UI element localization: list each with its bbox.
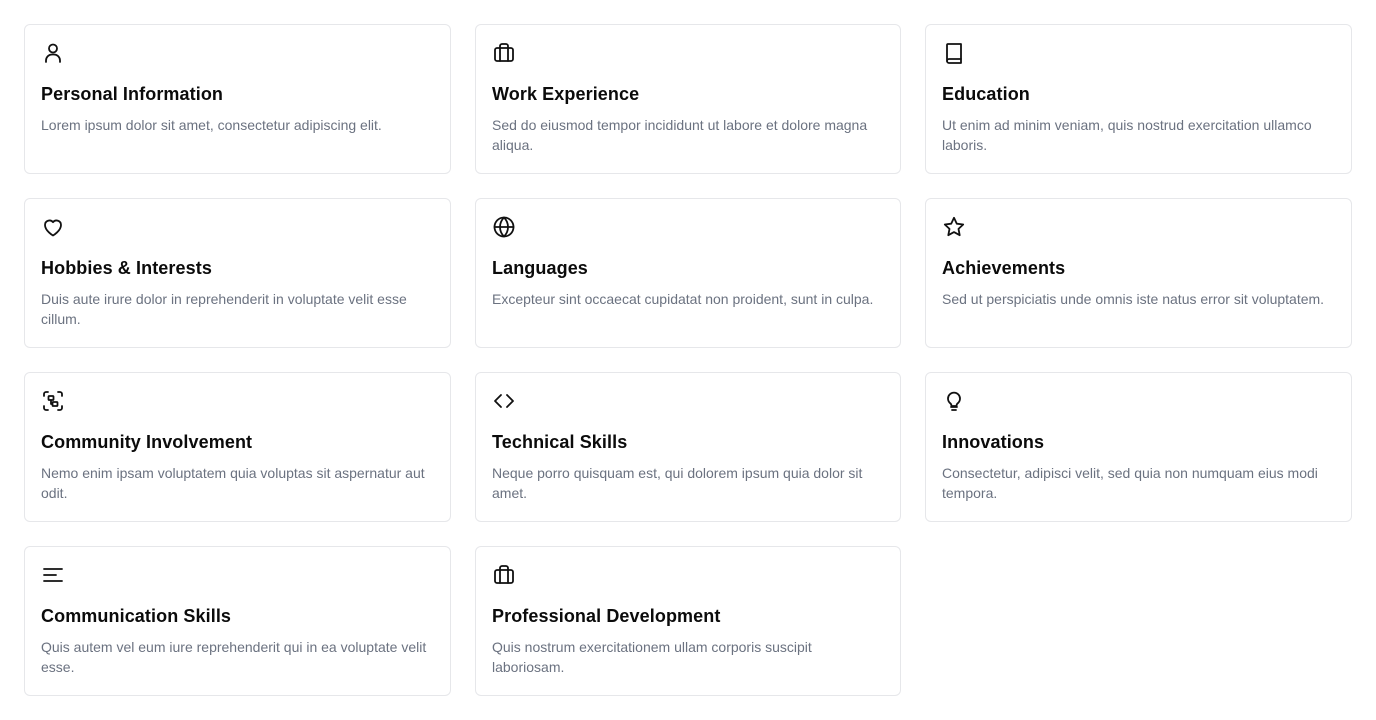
lightbulb-icon	[942, 389, 966, 413]
heart-icon	[41, 215, 65, 239]
card-title: Communication Skills	[41, 606, 232, 626]
card-title: Work Experience	[492, 84, 640, 104]
card-title: Achievements	[942, 258, 1066, 278]
card-description: Lorem ipsum dolor sit amet, consectetur …	[41, 117, 382, 133]
card-personal-information[interactable]: Personal Information Lorem ipsum dolor s…	[24, 24, 451, 174]
user-icon	[41, 41, 65, 65]
card-description: Quis autem vel eum iure reprehenderit qu…	[41, 639, 427, 675]
card-communication-skills[interactable]: Communication Skills Quis autem vel eum …	[24, 546, 451, 696]
card-title: Hobbies & Interests	[41, 258, 212, 278]
card-description: Quis nostrum exercitationem ullam corpor…	[492, 639, 812, 675]
briefcase-icon	[492, 41, 516, 65]
card-work-experience[interactable]: Work Experience Sed do eiusmod tempor in…	[475, 24, 901, 174]
card-hobbies-interests[interactable]: Hobbies & Interests Duis aute irure dolo…	[24, 198, 451, 348]
align-left-icon	[41, 563, 65, 587]
card-innovations[interactable]: Innovations Consectetur, adipisci velit,…	[925, 372, 1352, 522]
card-title: Community Involvement	[41, 432, 253, 452]
card-languages[interactable]: Languages Excepteur sint occaecat cupida…	[475, 198, 901, 348]
globe-icon	[492, 215, 516, 239]
card-title: Innovations	[942, 432, 1045, 452]
card-title: Education	[942, 84, 1030, 104]
card-achievements[interactable]: Achievements Sed ut perspiciatis unde om…	[925, 198, 1352, 348]
card-title: Personal Information	[41, 84, 224, 104]
card-grid: Personal Information Lorem ipsum dolor s…	[24, 24, 1352, 696]
card-description: Sed do eiusmod tempor incididunt ut labo…	[492, 117, 868, 153]
card-title: Languages	[492, 258, 588, 278]
card-description: Excepteur sint occaecat cupidatat non pr…	[492, 291, 874, 307]
card-description: Neque porro quisquam est, qui dolorem ip…	[492, 465, 863, 501]
code-icon	[492, 389, 516, 413]
card-technical-skills[interactable]: Technical Skills Neque porro quisquam es…	[475, 372, 901, 522]
card-description: Duis aute irure dolor in reprehenderit i…	[41, 291, 407, 327]
card-community-involvement[interactable]: Community Involvement Nemo enim ipsam vo…	[24, 372, 451, 522]
star-icon	[942, 215, 966, 239]
card-professional-development[interactable]: Professional Development Quis nostrum ex…	[475, 546, 901, 696]
card-description: Ut enim ad minim veniam, quis nostrud ex…	[942, 117, 1312, 153]
card-education[interactable]: Education Ut enim ad minim veniam, quis …	[925, 24, 1352, 174]
briefcase-icon	[492, 563, 516, 587]
book-icon	[942, 41, 966, 65]
card-description: Nemo enim ipsam voluptatem quia voluptas…	[41, 465, 425, 501]
card-title: Technical Skills	[492, 432, 628, 452]
network-icon	[41, 389, 65, 413]
card-title: Professional Development	[492, 606, 721, 626]
card-description: Sed ut perspiciatis unde omnis iste natu…	[942, 291, 1325, 307]
card-description: Consectetur, adipisci velit, sed quia no…	[942, 465, 1318, 501]
